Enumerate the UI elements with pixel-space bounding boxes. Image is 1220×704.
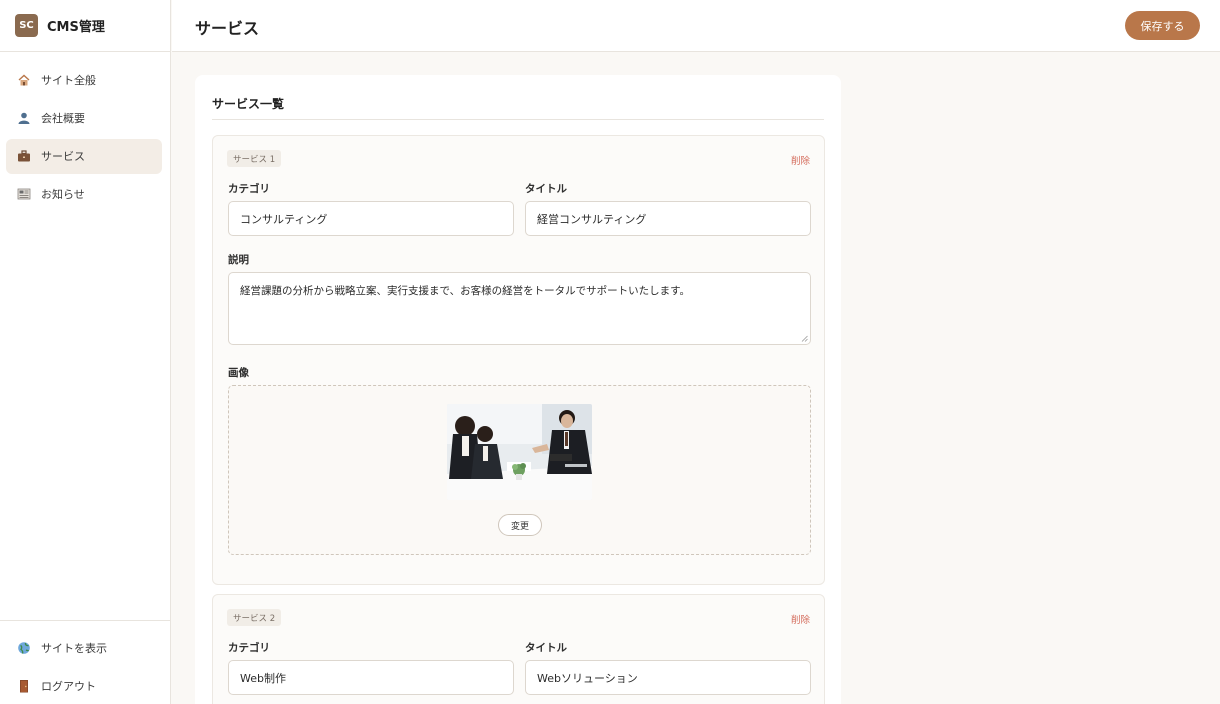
brand-logo: SC	[15, 14, 38, 37]
sidebar-item-label: サイト全般	[41, 73, 96, 87]
service-badge: サービス 1	[227, 150, 282, 167]
category-value: Web制作	[240, 671, 286, 685]
logout-link[interactable]: ログアウト	[6, 668, 171, 703]
sidebar-footer: サイトを表示 ログアウト	[0, 620, 171, 704]
save-button[interactable]: 保存する	[1125, 11, 1200, 40]
category-input[interactable]: Web制作	[228, 660, 514, 695]
view-site-label: サイトを表示	[41, 641, 107, 655]
page-title: サービス	[195, 19, 260, 38]
image-dropzone[interactable]: 変更	[228, 385, 811, 555]
title-value: 経営コンサルティング	[537, 212, 647, 226]
divider	[212, 119, 824, 120]
view-site-link[interactable]: サイトを表示	[6, 630, 171, 665]
newspaper-icon	[17, 187, 31, 201]
delete-button[interactable]: 削除	[791, 153, 810, 167]
brand-name: CMS管理	[47, 20, 105, 35]
services-panel: サービス一覧 サービス 1 削除 カテゴリ コンサルティング タイトル 経営コン…	[195, 75, 841, 704]
description-label: 説明	[228, 254, 249, 266]
sidebar-item-site-general[interactable]: サイト全般	[6, 62, 162, 97]
person-icon	[17, 111, 31, 125]
service-image	[447, 404, 592, 500]
change-image-button[interactable]: 変更	[498, 514, 542, 536]
service-card: サービス 2 削除 カテゴリ Web制作 タイトル Webソリューション	[212, 594, 825, 704]
sidebar-item-company[interactable]: 会社概要	[6, 100, 162, 135]
title-input[interactable]: Webソリューション	[525, 660, 811, 695]
resize-handle[interactable]	[801, 335, 808, 342]
service-badge: サービス 2	[227, 609, 282, 626]
sidebar: SC CMS管理 サイト全般 会社概要 サービス お知らせ サイトを表示 ログア…	[0, 0, 171, 704]
sidebar-item-news[interactable]: お知らせ	[6, 177, 162, 212]
sidebar-item-label: 会社概要	[41, 111, 85, 125]
sidebar-item-services[interactable]: サービス	[6, 138, 162, 174]
logout-label: ログアウト	[41, 679, 96, 693]
description-value: 経営課題の分析から戦略立案、実行支援まで、お客様の経営をトータルでサポートいたし…	[240, 285, 691, 297]
globe-icon	[17, 641, 31, 655]
topbar: サービス 保存する	[172, 0, 1220, 52]
door-icon	[17, 679, 31, 693]
title-label: タイトル	[525, 183, 567, 195]
sidebar-item-label: お知らせ	[41, 188, 85, 202]
house-icon	[17, 73, 31, 87]
category-label: カテゴリ	[228, 183, 270, 195]
service-card: サービス 1 削除 カテゴリ コンサルティング タイトル 経営コンサルティング …	[212, 135, 825, 585]
briefcase-icon	[17, 149, 31, 163]
title-label: タイトル	[525, 642, 567, 654]
title-input[interactable]: 経営コンサルティング	[525, 201, 811, 236]
title-value: Webソリューション	[537, 671, 638, 685]
sidebar-nav: サイト全般 会社概要 サービス お知らせ	[6, 62, 162, 215]
category-value: コンサルティング	[240, 212, 328, 226]
category-label: カテゴリ	[228, 642, 270, 654]
delete-button[interactable]: 削除	[791, 612, 810, 626]
description-textarea[interactable]: 経営課題の分析から戦略立案、実行支援まで、お客様の経営をトータルでサポートいたし…	[228, 272, 811, 345]
image-label: 画像	[228, 367, 249, 379]
category-input[interactable]: コンサルティング	[228, 201, 514, 236]
panel-title: サービス一覧	[212, 97, 285, 111]
brand: SC CMS管理	[0, 0, 170, 52]
sidebar-item-label: サービス	[41, 150, 85, 164]
